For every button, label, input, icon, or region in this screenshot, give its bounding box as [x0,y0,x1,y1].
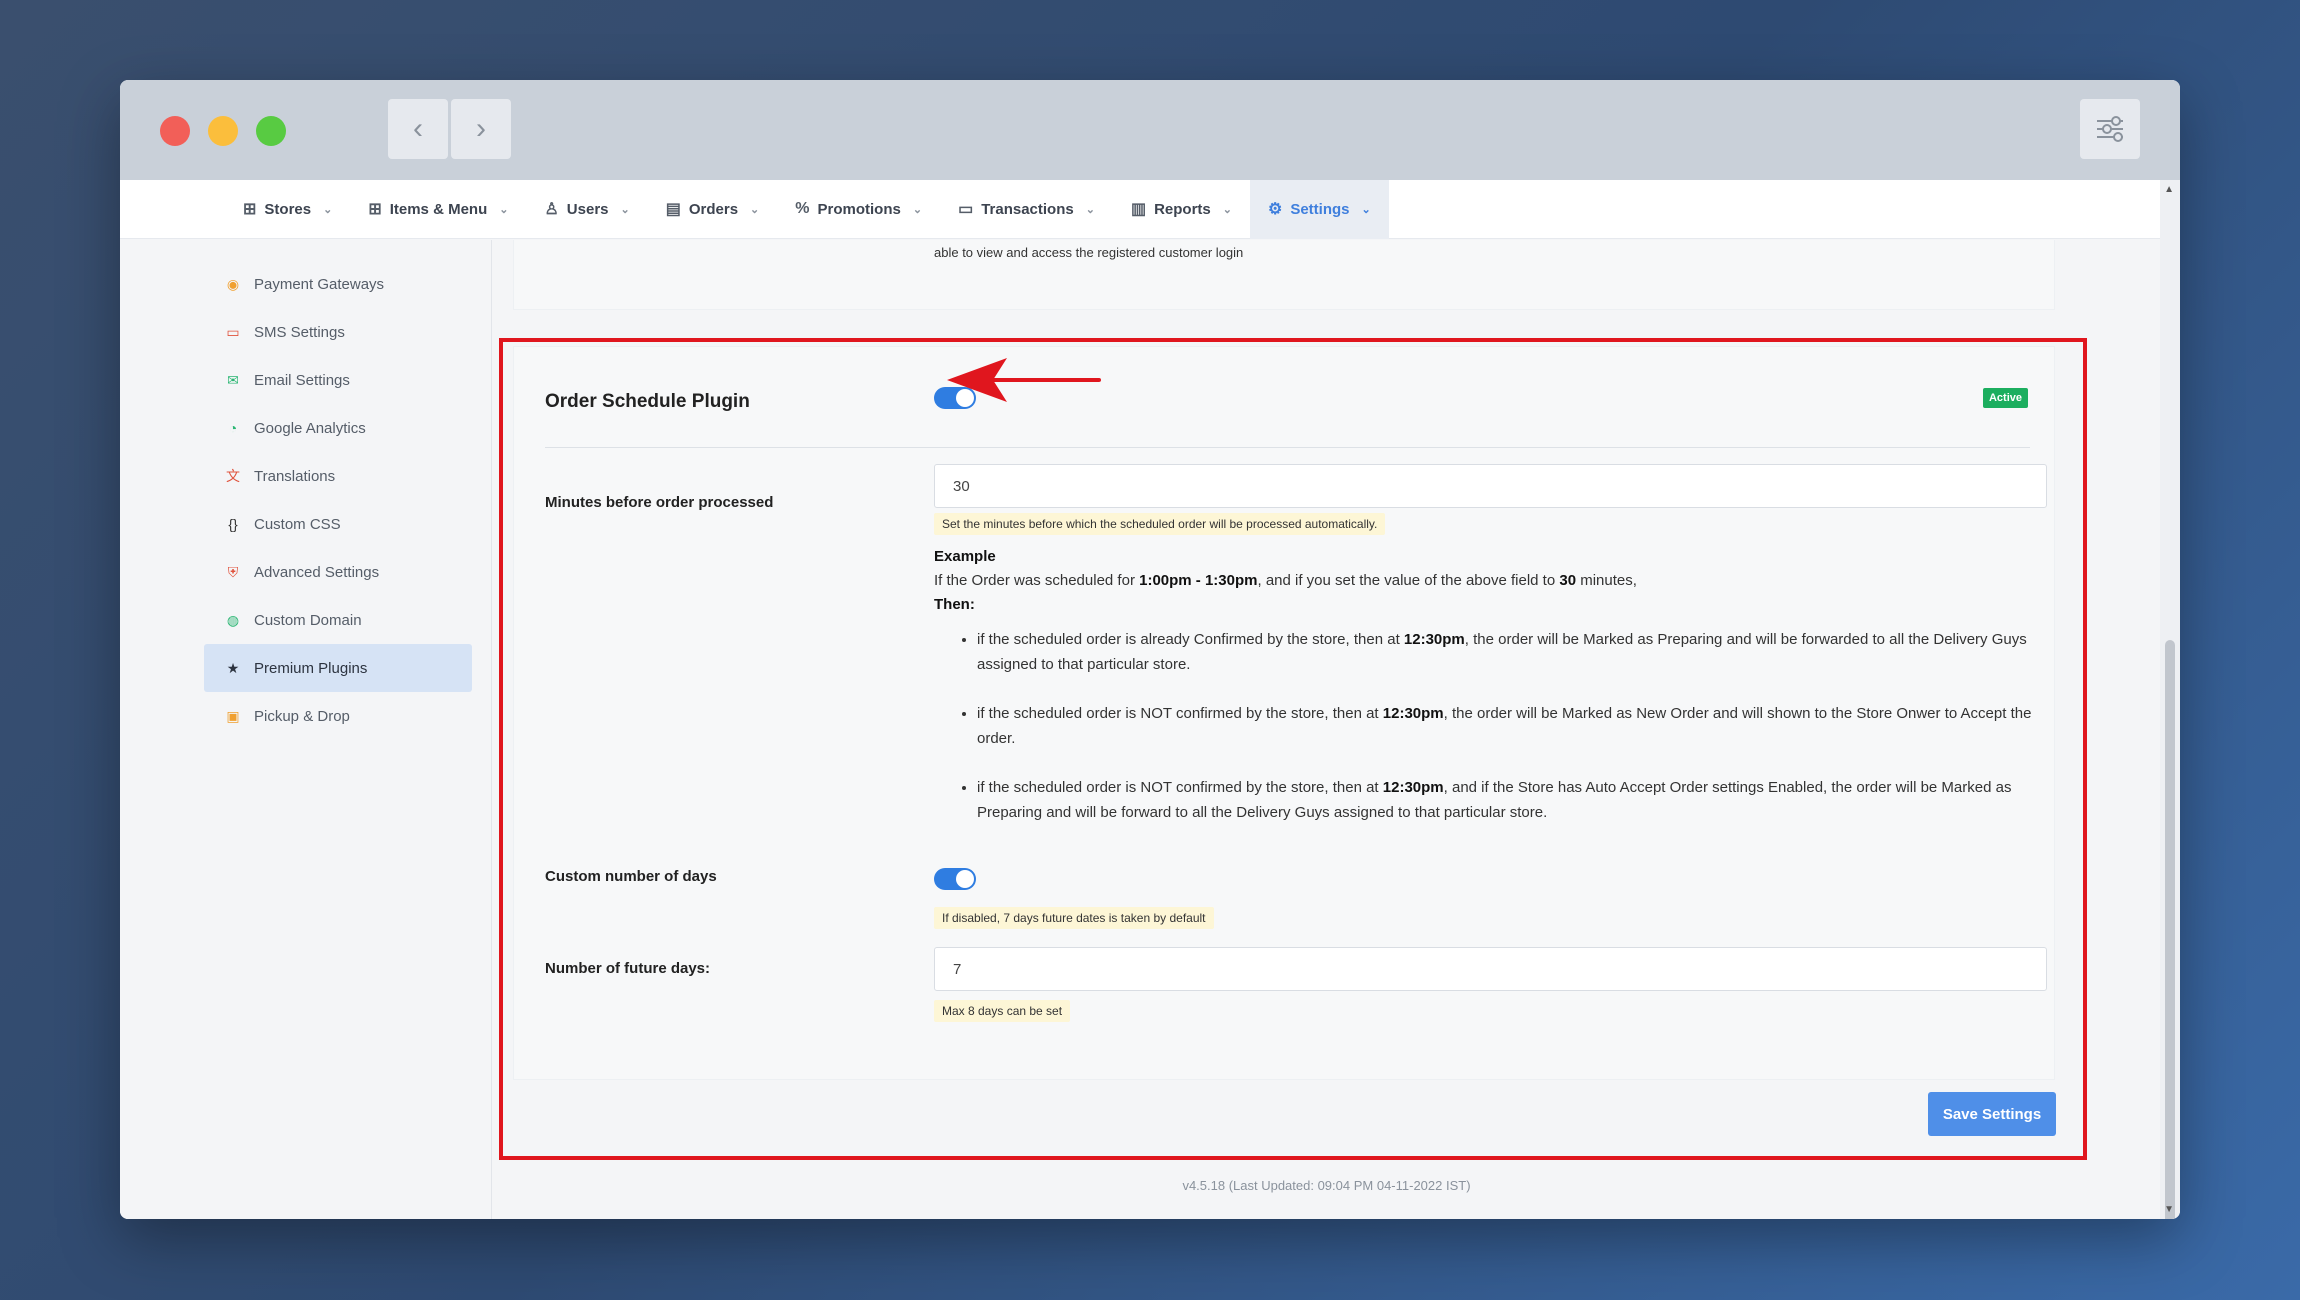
nav-item-users[interactable]: ♙ Users ⌄ [526,180,647,239]
custom-days-label: Custom number of days [545,868,717,885]
plugin-title: Order Schedule Plugin [545,391,750,412]
sidebar-item-google-analytics[interactable]: ◔ Google Analytics [204,404,472,452]
chevron-down-icon: ⌄ [620,203,630,216]
minutes-input[interactable]: 30 [934,464,2047,508]
settings-sidebar: ◉ Payment Gateways ▭ SMS Settings ✉ Emai… [120,240,492,1219]
list-item: if the scheduled order is already Confir… [977,627,2047,677]
grid-icon: ⊞ [368,201,382,218]
receipt-icon: ▭ [958,201,974,218]
chevron-down-icon: ⌄ [1085,203,1095,216]
chevron-left-icon: ‹ [413,112,423,145]
order-schedule-plugin-card: Order Schedule Plugin Active Minutes bef… [513,346,2055,1080]
divider [545,447,2030,448]
sidebar-item-custom-css[interactable]: {} Custom CSS [204,500,472,548]
nav-item-promotions[interactable]: % Promotions ⌄ [777,180,940,239]
forward-button[interactable]: › [451,99,511,159]
nav-item-stores[interactable]: ⊞ Stores ⌄ [225,180,350,239]
future-days-input[interactable]: 7 [934,947,2047,991]
list-item: if the scheduled order is NOT confirmed … [977,775,2047,825]
list-item: if the scheduled order is NOT confirmed … [977,701,2047,751]
sliders-menu-button[interactable] [2080,99,2140,159]
nav-item-orders[interactable]: ▤ Orders ⌄ [648,180,778,239]
pie-chart-icon: ◔ [228,420,238,436]
previous-plugin-text: able to view and access the registered c… [934,245,1244,260]
chevron-down-icon: ⌄ [912,203,923,216]
scroll-up-icon[interactable]: ▲ [2164,184,2174,195]
sidebar-item-sms-settings[interactable]: ▭ SMS Settings [204,308,472,356]
custom-days-toggle[interactable] [934,868,976,890]
red-arrow-icon [947,358,1101,402]
bar-chart-icon: ▥ [1130,201,1147,218]
nav-item-transactions[interactable]: ▭ Transactions ⌄ [940,180,1113,239]
back-button[interactable]: ‹ [388,99,448,159]
wallet-icon: ◉ [226,275,240,292]
sidebar-item-advanced-settings[interactable]: ⛨ Advanced Settings [204,548,472,596]
example-title: Example [934,548,996,565]
sidebar-item-custom-domain[interactable]: ◍ Custom Domain [204,596,472,644]
chevron-down-icon: ⌄ [323,203,333,216]
star-icon: ★ [226,659,240,676]
scrollbar[interactable] [2160,180,2180,1219]
box-icon: ▣ [226,707,240,724]
chevron-down-icon: ⌄ [750,203,760,216]
user-icon: ♙ [544,201,559,218]
percent-icon: % [795,200,810,217]
example-section: Example If the Order was scheduled for 1… [934,545,2047,849]
chevron-down-icon: ⌄ [499,203,509,216]
nav-item-reports[interactable]: ▥ Reports ⌄ [1113,180,1250,239]
future-days-label: Number of future days: [545,960,711,977]
minimize-window-button[interactable] [208,116,238,146]
globe-icon: ◍ [226,611,240,628]
chevron-right-icon: › [476,112,486,145]
scrollbar-thumb[interactable] [2165,640,2175,1219]
version-text: v4.5.18 (Last Updated: 09:04 PM 04-11-20… [1182,1178,1471,1193]
main-content: able to view and access the registered c… [493,240,2160,1219]
sidebar-item-payment-gateways[interactable]: ◉ Payment Gateways [204,260,472,308]
gear-icon: ⚙ [1267,201,1283,218]
title-bar: ‹ › [120,80,2180,180]
save-settings-button[interactable]: Save Settings [1928,1092,2056,1136]
example-intro: If the Order was scheduled for 1:00pm - … [934,572,1637,589]
previous-plugin-card: able to view and access the registered c… [513,240,2055,310]
app-window: ‹ › ⊞ Stores ⌄ ⊞ Items & Menu ⌄ ♙ Users … [120,80,2180,1219]
sidebar-item-translations[interactable]: 文 Translations [204,452,472,500]
then-label: Then: [934,596,975,613]
custom-days-hint: If disabled, 7 days future dates is take… [934,907,1214,929]
example-bullet-list: if the scheduled order is already Confir… [934,627,2047,825]
chevron-down-icon: ⌄ [1222,203,1232,216]
shield-icon: ⛨ [227,563,239,580]
message-icon: ▭ [226,323,240,340]
sidebar-item-premium-plugins[interactable]: ★ Premium Plugins [204,644,472,692]
archive-icon: ▤ [665,201,681,218]
close-window-button[interactable] [160,116,190,146]
status-badge: Active [1982,388,2028,408]
mail-icon: ✉ [227,371,239,388]
nav-item-settings[interactable]: ⚙ Settings ⌄ [1249,179,1389,239]
translate-icon: 文 [226,468,240,484]
scroll-down-icon[interactable]: ▼ [2164,1204,2174,1215]
top-navigation: ⊞ Stores ⌄ ⊞ Items & Menu ⌄ ♙ Users ⌄ ▤ … [120,179,2160,239]
minutes-label: Minutes before order processed [545,494,774,511]
minutes-hint: Set the minutes before which the schedul… [934,513,1386,535]
sidebar-item-email-settings[interactable]: ✉ Email Settings [204,356,472,404]
future-days-hint: Max 8 days can be set [934,1000,1071,1022]
maximize-window-button[interactable] [256,116,286,146]
sidebar-item-pickup-drop[interactable]: ▣ Pickup & Drop [204,692,472,740]
nav-item-items-menu[interactable]: ⊞ Items & Menu ⌄ [350,180,526,239]
grid-icon: ⊞ [243,201,257,218]
braces-icon: {} [228,516,238,532]
chevron-down-icon: ⌄ [1361,203,1371,216]
